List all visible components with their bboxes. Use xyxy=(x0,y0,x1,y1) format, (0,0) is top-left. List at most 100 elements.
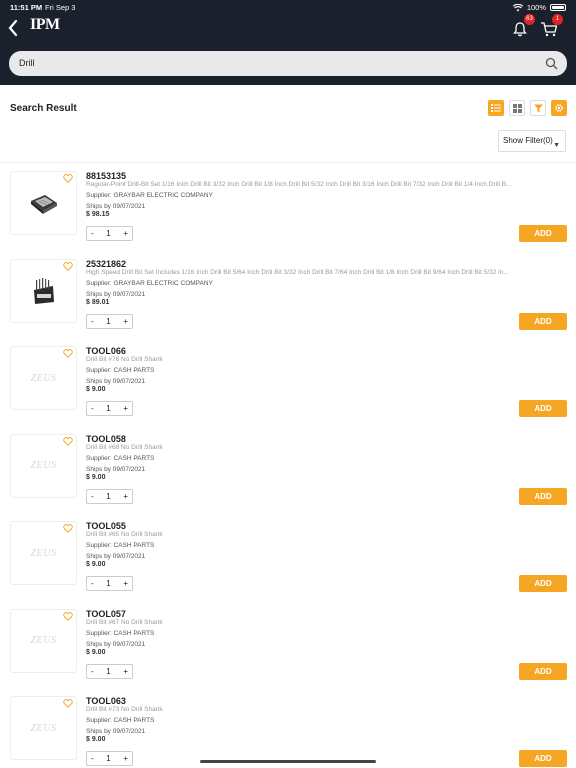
quantity-value[interactable]: 1 xyxy=(106,667,110,676)
grid-view-icon xyxy=(512,103,522,113)
decrement-button[interactable]: - xyxy=(91,754,94,763)
heart-icon[interactable] xyxy=(63,349,73,358)
product-price: $ 9.00 xyxy=(86,473,106,481)
quantity-stepper[interactable]: - 1 + xyxy=(86,401,133,416)
quantity-stepper[interactable]: - 1 + xyxy=(86,488,133,504)
quantity-stepper[interactable]: - 1 + xyxy=(86,663,133,679)
list-item[interactable]: ZEUS TOOL066 Drill Bit #76 No Drill Shank S… xyxy=(0,338,576,426)
list-item[interactable]: ZEUS TOOL055 Drill Bit #65 No Drill Shank S… xyxy=(0,513,576,601)
increment-button[interactable]: + xyxy=(123,317,128,326)
product-description: Drill Bit #76 No Drill Shank xyxy=(86,356,163,363)
heart-icon[interactable] xyxy=(63,174,73,183)
decrement-button[interactable]: - xyxy=(91,492,94,501)
heart-icon[interactable] xyxy=(63,699,73,708)
search-icon[interactable] xyxy=(545,57,558,70)
product-supplier: Supplier: CASH PARTS xyxy=(86,542,155,549)
quantity-stepper[interactable]: - 1 + xyxy=(86,226,133,241)
status-time: 11:51 PM xyxy=(10,3,43,12)
add-to-cart-button[interactable]: ADD xyxy=(519,487,567,505)
add-to-cart-button[interactable]: ADD xyxy=(519,750,567,767)
increment-button[interactable]: + xyxy=(123,404,128,413)
decrement-button[interactable]: - xyxy=(91,229,94,238)
product-price: $ 9.00 xyxy=(86,561,106,568)
quantity-value[interactable]: 1 xyxy=(106,579,110,588)
product-supplier: Supplier: GRAYBAR ELECTRIC COMPANY xyxy=(86,279,213,287)
add-to-cart-button[interactable]: ADD xyxy=(519,312,567,330)
ipm-logo: IPM xyxy=(30,16,60,33)
zeus-placeholder-logo: ZEUS xyxy=(30,460,57,471)
increment-button[interactable]: + xyxy=(123,579,128,588)
grid-view-button[interactable] xyxy=(509,100,525,116)
heart-icon[interactable] xyxy=(63,261,73,271)
search-input[interactable]: Drill xyxy=(9,51,567,76)
battery-icon xyxy=(550,4,566,11)
filter-icon xyxy=(533,104,543,112)
product-sku[interactable]: TOOL057 xyxy=(86,609,126,619)
product-sku[interactable]: 25321862 xyxy=(86,259,126,269)
product-description: Drill Bit #73 No Drill Shank xyxy=(86,706,163,713)
list-item[interactable]: ZEUS TOOL057 Drill Bit #67 No Drill Shank S… xyxy=(0,601,576,689)
chevron-down-icon: ▼ xyxy=(553,142,560,149)
product-price: $ 9.00 xyxy=(86,648,106,656)
quantity-stepper[interactable]: - 1 + xyxy=(86,313,133,329)
ship-date: Ships by 09/07/2021 xyxy=(86,378,146,385)
decrement-button[interactable]: - xyxy=(91,317,94,326)
home-indicator xyxy=(200,760,376,763)
zeus-placeholder-logo: ZEUS xyxy=(30,547,57,559)
increment-button[interactable]: + xyxy=(123,667,128,676)
increment-button[interactable]: + xyxy=(123,492,128,501)
back-icon[interactable] xyxy=(6,18,20,38)
ship-date: Ships by 09/07/2021 xyxy=(86,728,146,735)
product-sku[interactable]: TOOL063 xyxy=(86,696,126,706)
list-item[interactable]: 88153135 Regular-Point Drill-Bit Set 1/16… xyxy=(0,163,576,251)
add-to-cart-button[interactable]: ADD xyxy=(519,575,567,592)
notifications-button[interactable]: 63 xyxy=(512,14,535,37)
wifi-icon xyxy=(512,3,523,11)
ship-date: Ships by 09/07/2021 xyxy=(86,640,146,648)
product-sku[interactable]: TOOL058 xyxy=(86,434,126,444)
add-to-cart-button[interactable]: ADD xyxy=(519,662,567,680)
product-sku[interactable]: TOOL055 xyxy=(86,521,126,531)
product-price: $ 9.00 xyxy=(86,386,106,393)
show-filter-dropdown[interactable]: Show Filter(0) ▼ xyxy=(498,130,566,152)
quantity-value[interactable]: 1 xyxy=(106,492,110,501)
decrement-button[interactable]: - xyxy=(91,404,94,413)
list-view-icon xyxy=(491,104,501,112)
quantity-value[interactable]: 1 xyxy=(106,754,110,763)
list-item[interactable]: ZEUS TOOL058 Drill Bit #68 No Drill Shank S… xyxy=(0,426,576,514)
decrement-button[interactable]: - xyxy=(91,667,94,676)
product-sku[interactable]: TOOL066 xyxy=(86,346,126,356)
list-view-button[interactable] xyxy=(488,100,504,116)
show-filter-label: Show Filter(0) xyxy=(503,136,553,145)
quantity-stepper[interactable]: - 1 + xyxy=(86,576,133,591)
drill-set-image xyxy=(30,195,57,214)
heart-icon[interactable] xyxy=(63,436,73,446)
product-description: High Speed Drill Bit Set Includes 1/16 I… xyxy=(86,268,509,276)
ship-date: Ships by 09/07/2021 xyxy=(86,465,146,473)
product-supplier: Supplier: CASH PARTS xyxy=(86,717,155,724)
add-to-cart-button[interactable]: ADD xyxy=(519,225,567,242)
cart-badge: 1 xyxy=(552,14,563,25)
product-supplier: Supplier: GRAYBAR ELECTRIC COMPANY xyxy=(86,192,213,199)
heart-icon[interactable] xyxy=(63,524,73,533)
cart-button[interactable]: 1 xyxy=(540,14,563,37)
page-title: Search Result xyxy=(10,103,77,114)
notifications-badge: 63 xyxy=(524,14,535,25)
quantity-value[interactable]: 1 xyxy=(106,229,110,238)
quantity-value[interactable]: 1 xyxy=(106,317,110,326)
quantity-stepper[interactable]: - 1 + xyxy=(86,751,133,766)
list-item[interactable]: 25321862 High Speed Drill Bit Set Include… xyxy=(0,251,576,339)
product-sku[interactable]: 88153135 xyxy=(86,171,126,181)
filter-button[interactable] xyxy=(530,100,546,116)
list-item[interactable]: ZEUS TOOL063 Drill Bit #73 No Drill Shank S… xyxy=(0,688,576,768)
increment-button[interactable]: + xyxy=(123,229,128,238)
app-header: 11:51 PM Fri Sep 3 100% IPM 63 1 Drill xyxy=(0,0,576,85)
heart-icon[interactable] xyxy=(63,611,73,621)
quantity-value[interactable]: 1 xyxy=(106,404,110,413)
search-value: Drill xyxy=(19,58,35,68)
increment-button[interactable]: + xyxy=(123,754,128,763)
settings-button[interactable] xyxy=(551,100,567,116)
status-date: Fri Sep 3 xyxy=(45,3,76,12)
decrement-button[interactable]: - xyxy=(91,579,94,588)
add-to-cart-button[interactable]: ADD xyxy=(519,400,567,417)
